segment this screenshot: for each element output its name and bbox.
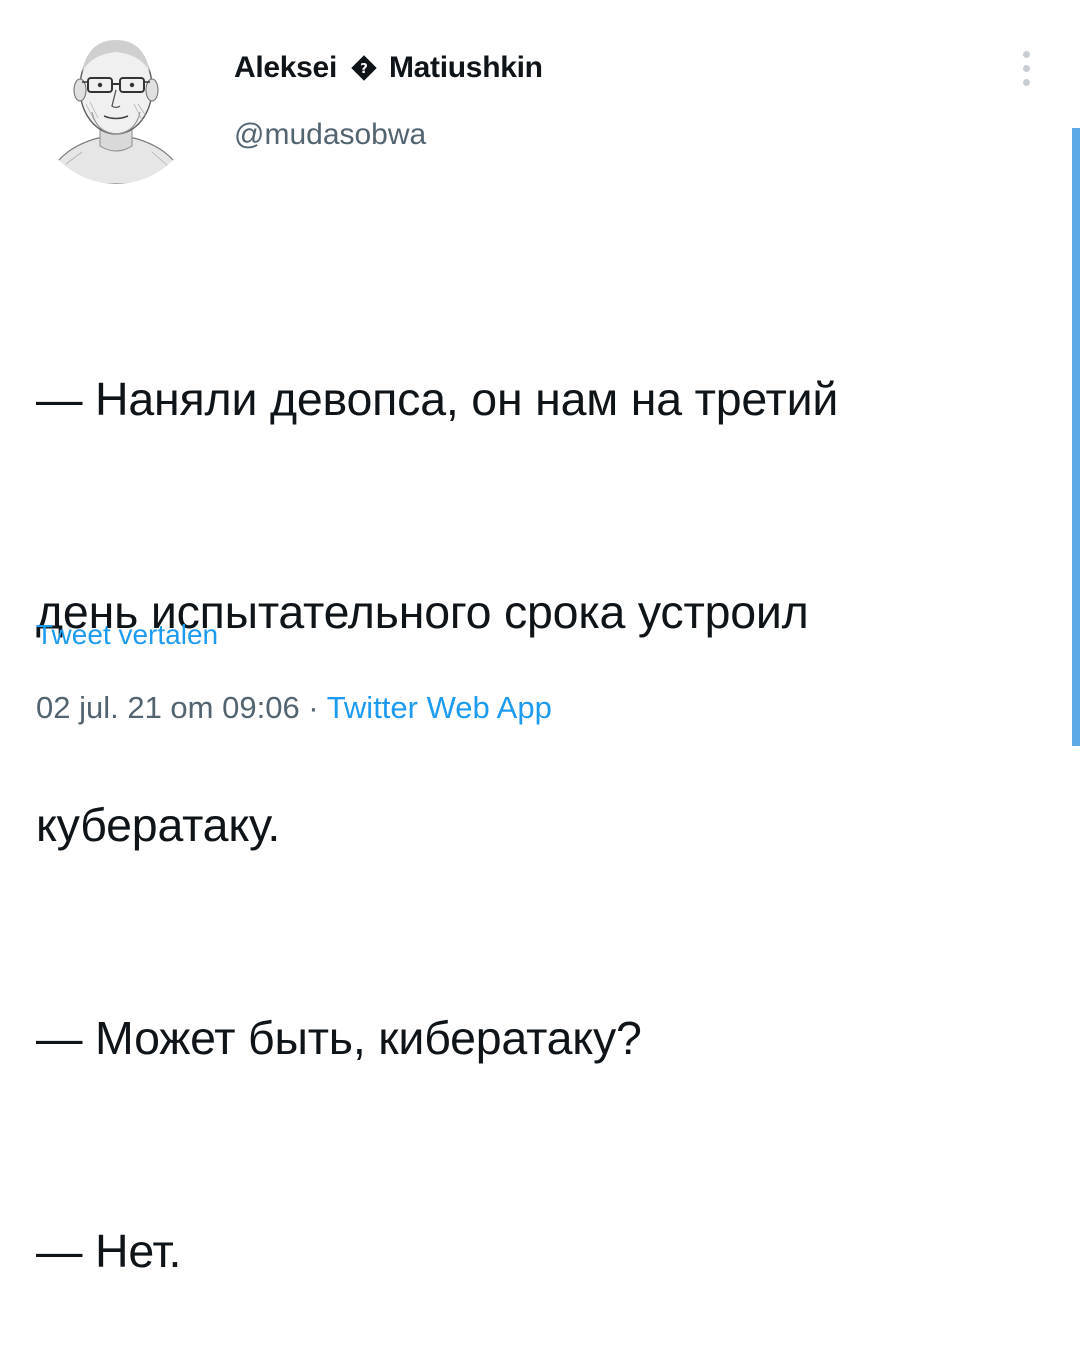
scrollbar[interactable] <box>1072 128 1080 746</box>
more-dot <box>1022 78 1030 86</box>
avatar-portrait <box>36 24 196 184</box>
tweet-line: — Наняли девопса, он нам на третий <box>36 373 839 425</box>
author-name[interactable]: Aleksei ? Matiushkin <box>234 48 543 88</box>
tweet-source-link[interactable]: Twitter Web App <box>327 690 552 725</box>
translate-tweet-link[interactable]: Tweet vertalen <box>36 619 218 651</box>
author-last-name: Matiushkin <box>388 51 543 84</box>
tweet-line: — Нет. <box>36 1225 182 1277</box>
more-dot <box>1022 50 1030 58</box>
author-first-name: Aleksei <box>234 51 337 84</box>
svg-text:?: ? <box>360 62 368 77</box>
tweet-line: — Может быть, кибератаку? <box>36 1012 642 1064</box>
tweet-line: кубератаку. <box>36 799 281 851</box>
more-options-icon[interactable] <box>1012 44 1040 92</box>
diamond-icon: ? <box>351 55 377 81</box>
more-dot <box>1022 64 1030 72</box>
tweet-timestamp[interactable]: 02 jul. 21 om 09:06 <box>36 690 300 725</box>
author-handle[interactable]: @mudasobwa <box>234 118 426 152</box>
tweet-text: — Наняли девопса, он нам на третий день … <box>36 222 1026 1358</box>
tweet-meta: 02 jul. 21 om 09:06 · Twitter Web App <box>36 690 552 726</box>
avatar[interactable] <box>36 24 196 184</box>
meta-separator: · <box>299 690 327 725</box>
